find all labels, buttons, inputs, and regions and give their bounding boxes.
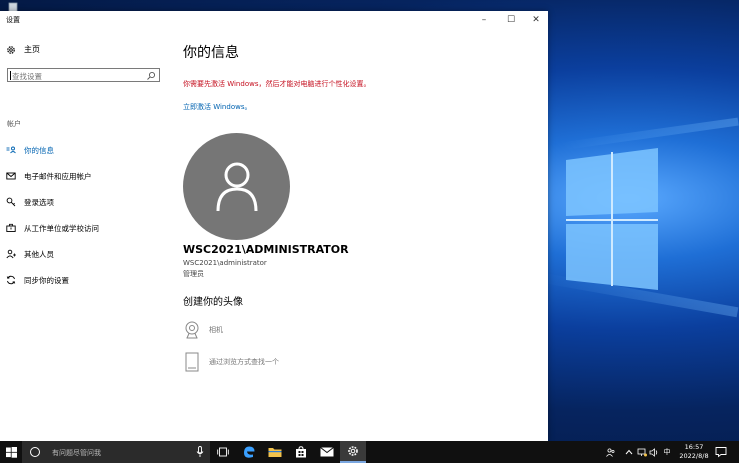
edge-browser-button[interactable]: [236, 441, 262, 463]
user-silhouette-icon: [216, 162, 257, 211]
maximize-button[interactable]: ☐: [497, 11, 525, 29]
chevron-up-icon[interactable]: [622, 449, 636, 455]
people-tray-icon[interactable]: [604, 447, 616, 457]
settings-window: 设置 – ☐ ✕ 主页 查找设置 帐户 你的信息 电子邮件和应用帐户 登录选项 …: [0, 11, 548, 441]
home-label: 主页: [24, 45, 40, 54]
sidebar-item-label: 电子邮件和应用帐户: [24, 171, 92, 181]
account-id: WSC2021\administrator: [183, 259, 267, 267]
title-bar[interactable]: 设置 – ☐ ✕: [0, 11, 548, 29]
mail-app-button[interactable]: [314, 441, 340, 463]
sync-icon: [6, 275, 16, 285]
taskbar: 有问题尽管问我 中 16:57 2022/8/8: [0, 441, 739, 463]
taskbar-search-placeholder: 有问题尽管问我: [52, 449, 101, 457]
settings-taskbar-button[interactable]: [340, 441, 366, 463]
account-role: 管理员: [183, 270, 204, 278]
webcam-icon: [183, 319, 201, 341]
settings-gear-icon: [348, 446, 358, 456]
close-button[interactable]: ✕: [522, 11, 550, 29]
clock-date: 2022/8/8: [679, 452, 709, 460]
minimize-button[interactable]: –: [470, 11, 498, 29]
mail-icon: [6, 171, 16, 181]
sidebar-item-label: 登录选项: [24, 197, 54, 207]
activate-windows-link[interactable]: 立即激活 Windows。: [183, 102, 251, 112]
search-icon[interactable]: [146, 71, 156, 81]
sidebar: 主页 查找设置 帐户 你的信息 电子邮件和应用帐户 登录选项 从工作单位或学校访…: [0, 29, 168, 441]
camera-option[interactable]: 相机: [183, 319, 223, 341]
volume-icon[interactable]: [648, 447, 660, 457]
sidebar-item-your-info[interactable]: 你的信息: [0, 137, 168, 163]
home-nav-item[interactable]: 主页: [6, 44, 40, 55]
store-button[interactable]: [288, 441, 314, 463]
sidebar-item-label: 你的信息: [24, 145, 54, 155]
file-explorer-button[interactable]: [262, 441, 288, 463]
clock[interactable]: 16:57 2022/8/8: [678, 443, 710, 461]
text-caret: [10, 71, 11, 80]
sidebar-item-sign-in-options[interactable]: 登录选项: [0, 189, 168, 215]
task-view-button[interactable]: [210, 441, 236, 463]
activation-warning: 你需要先激活 Windows，然后才能对电脑进行个性化设置。: [183, 80, 371, 88]
edge-icon: [244, 446, 255, 458]
sidebar-item-label: 同步你的设置: [24, 275, 69, 285]
sidebar-item-label: 从工作单位或学校访问: [24, 223, 99, 233]
browse-option-label: 通过浏览方式查找一个: [209, 358, 279, 366]
create-avatar-heading: 创建你的头像: [183, 297, 243, 308]
mail-app-icon: [320, 447, 334, 457]
windows-start-icon: [5, 446, 17, 458]
key-icon: [6, 197, 16, 207]
store-bag-icon: [296, 446, 306, 458]
browse-file-icon: [183, 351, 201, 373]
taskbar-search-box[interactable]: 有问题尽管问我: [22, 441, 210, 463]
notification-center-icon[interactable]: [715, 446, 727, 458]
task-view-icon: [217, 447, 229, 457]
sidebar-item-email-accounts[interactable]: 电子邮件和应用帐户: [0, 163, 168, 189]
windows-logo-wallpaper: [566, 148, 658, 290]
sidebar-item-work-school[interactable]: 从工作单位或学校访问: [0, 215, 168, 241]
accounts-nav-list: 你的信息 电子邮件和应用帐户 登录选项 从工作单位或学校访问 其他人员 同步你的…: [0, 137, 168, 293]
settings-search-input[interactable]: 查找设置: [7, 68, 160, 82]
system-tray: 中: [604, 441, 674, 463]
camera-option-label: 相机: [209, 326, 223, 334]
briefcase-icon: [6, 223, 16, 233]
search-placeholder: 查找设置: [12, 72, 42, 81]
section-label-accounts: 帐户: [7, 120, 21, 128]
person-card-icon: [6, 145, 16, 155]
gear-icon: [7, 45, 15, 54]
ime-indicator[interactable]: 中: [660, 447, 674, 457]
page-title: 你的信息: [183, 45, 239, 61]
clock-time: 16:57: [684, 443, 704, 451]
sidebar-item-other-people[interactable]: 其他人员: [0, 241, 168, 267]
account-display-name: WSC2021\ADMINISTRATOR: [183, 243, 349, 256]
window-title: 设置: [6, 16, 20, 24]
browse-option[interactable]: 通过浏览方式查找一个: [183, 351, 279, 373]
avatar: [183, 133, 290, 240]
people-icon: [6, 249, 16, 259]
folder-icon: [268, 448, 282, 457]
start-button[interactable]: [0, 441, 22, 463]
cortana-icon: [30, 447, 40, 457]
sidebar-item-label: 其他人员: [24, 249, 54, 259]
network-icon[interactable]: [636, 448, 648, 457]
microphone-icon[interactable]: [196, 446, 204, 458]
sidebar-item-sync-settings[interactable]: 同步你的设置: [0, 267, 168, 293]
